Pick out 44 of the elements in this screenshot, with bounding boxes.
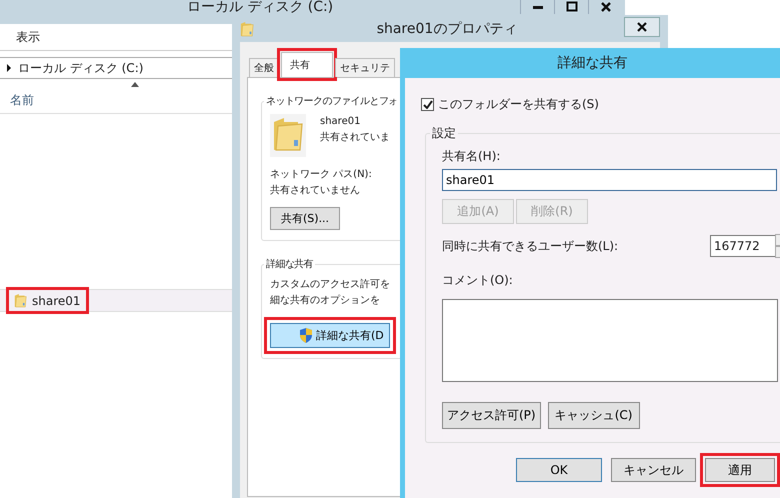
sort-caret-icon (131, 82, 139, 87)
dialog-button[interactable]: OK (516, 458, 602, 482)
field-label: コメント(O): (442, 272, 514, 289)
minimize-icon (532, 6, 542, 8)
window-title: ローカル ディスク (C:) (186, 0, 334, 15)
description-text: 細な共有のオプションを (270, 294, 380, 308)
checkbox-label[interactable]: このフォルダーを共有する(S) (438, 96, 599, 113)
close-icon (600, 1, 612, 13)
field-label: 共有名(H): (442, 148, 502, 165)
share-status: 共有されていま (320, 130, 390, 145)
group-title: ネットワークのファイルとフォ (265, 95, 399, 108)
network-path: 共有されていません (270, 184, 360, 198)
dialog-button[interactable]: キャンセル (611, 458, 696, 482)
tab[interactable]: セキュリテ (335, 58, 395, 77)
group-title: 詳細な共有 (265, 258, 314, 271)
shield-icon (299, 328, 313, 343)
checkbox[interactable] (421, 98, 434, 111)
share-name-field[interactable]: share01 (442, 169, 777, 191)
address-bar[interactable]: ローカル ディスク (C:) (0, 57, 232, 79)
caching-button[interactable]: キャッシュ(C) (548, 402, 640, 429)
folder-icon (240, 20, 254, 36)
expand-arrow-icon[interactable] (6, 64, 12, 72)
ribbon-tab[interactable]: 表示 (16, 28, 40, 46)
description-text: カスタムのアクセス許可を (270, 278, 390, 292)
field-label: ネットワーク パス(N): (270, 168, 372, 182)
file-name: share01 (32, 294, 81, 308)
comment-field[interactable] (442, 299, 778, 382)
tab[interactable]: 全般 (249, 58, 279, 77)
permissions-button[interactable]: アクセス許可(P) (442, 402, 541, 429)
file-row[interactable]: share01 (0, 289, 232, 312)
share-button[interactable]: 共有(S)... (270, 207, 340, 230)
window-title: share01のプロパティ (376, 20, 518, 38)
column-header[interactable]: 名前 (10, 92, 34, 109)
field-label: 同時に共有できるユーザー数(L): (442, 238, 620, 254)
close-icon (637, 22, 647, 32)
dialog-title: 詳細な共有 (556, 54, 628, 73)
maximize-icon (566, 1, 578, 13)
group-title: 設定 (431, 125, 457, 142)
folder-name: share01 (320, 115, 362, 129)
close-button[interactable] (624, 17, 660, 37)
folder-icon (14, 293, 27, 308)
user-limit-field[interactable]: 167772 (710, 235, 776, 257)
folder-icon (272, 116, 304, 152)
address-text: ローカル ディスク (C:) (18, 60, 144, 76)
